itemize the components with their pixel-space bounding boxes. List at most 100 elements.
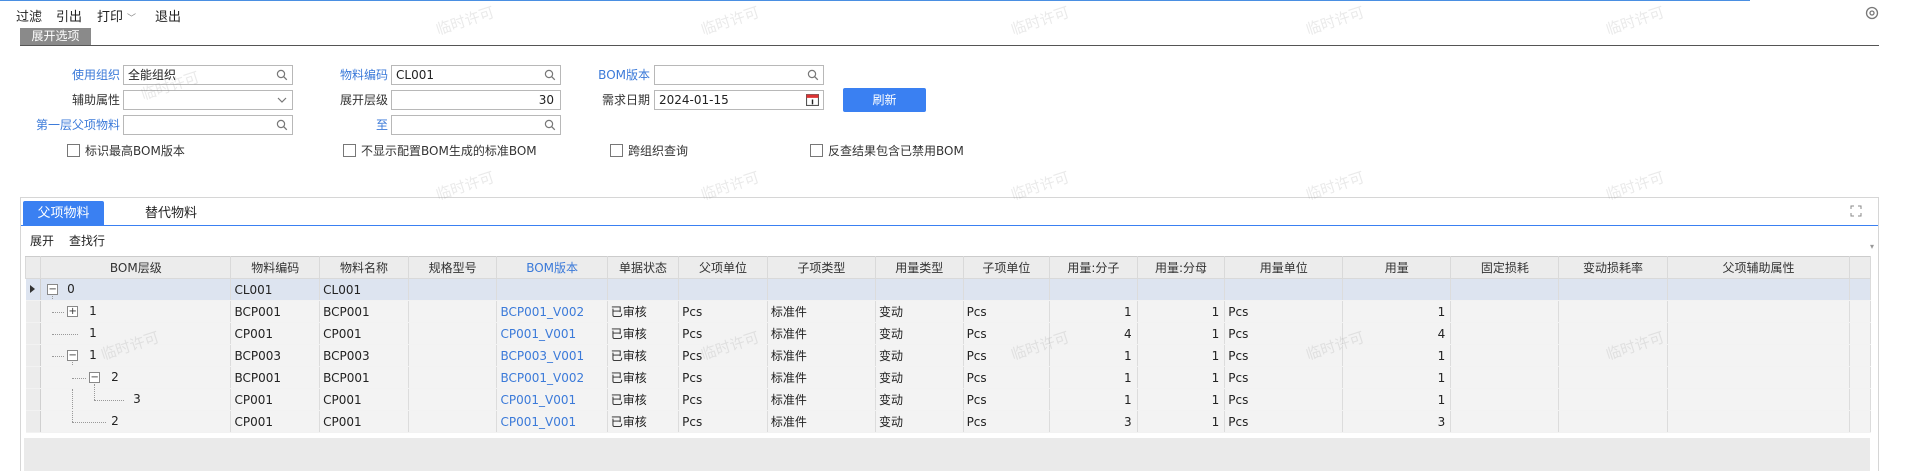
cell-name[interactable]: BCP001 [319,366,409,389]
tab-substitute-material[interactable]: 替代物料 [121,201,221,226]
cell-spec[interactable] [408,300,498,323]
tree-cell[interactable]: − 2 [40,366,232,389]
cell-bom[interactable]: BCP001_V002 [496,300,608,323]
tree-cell[interactable]: 3 [40,388,232,411]
cell-spec[interactable] [408,322,498,345]
table-row[interactable]: − 1 BCP003 BCP003 BCP003_V001 已审核 Pcs 标准… [25,344,1871,367]
cell-num[interactable]: 1 [1049,300,1138,323]
cell-var[interactable] [1558,388,1668,411]
cell-cunit[interactable] [963,278,1051,301]
search-icon[interactable] [276,69,288,81]
cell-aux[interactable] [1667,388,1851,411]
cell-num[interactable] [1049,278,1138,301]
cell-qunit[interactable]: Pcs [1224,388,1344,411]
cell-qtype[interactable]: 变动 [875,388,964,411]
cell-num[interactable]: 1 [1049,388,1138,411]
cell-den[interactable] [1137,278,1226,301]
cell-punit[interactable]: Pcs [678,388,768,411]
tree-cell[interactable]: − 0 [40,278,232,301]
col-header[interactable]: BOM层级 [40,256,232,279]
cell-cunit[interactable]: Pcs [963,322,1051,345]
cell-cunit[interactable]: Pcs [963,366,1051,389]
cell-code[interactable]: BCP003 [230,344,321,367]
cell-aux[interactable] [1667,410,1851,433]
cell-aux[interactable] [1667,300,1851,323]
cell-cunit[interactable]: Pcs [963,410,1051,433]
col-header[interactable]: 用量类型 [874,256,964,279]
date-field[interactable]: 2024-01-15 [654,90,824,110]
col-header[interactable]: 物料名称 [319,256,409,279]
to-field[interactable] [391,115,561,135]
level-field[interactable]: 30 [391,90,561,110]
cell-spec[interactable] [408,366,498,389]
cell-status[interactable]: 已审核 [607,322,680,345]
cell-qunit[interactable]: Pcs [1224,366,1344,389]
cell-name[interactable]: BCP003 [319,344,409,367]
col-header[interactable]: 用量 [1342,256,1452,279]
collapse-icon[interactable]: − [47,284,59,295]
cell-den[interactable]: 1 [1137,300,1226,323]
cell-code[interactable]: CP001 [230,388,321,411]
cell-status[interactable]: 已审核 [607,410,680,433]
cell-code[interactable]: CP001 [230,410,321,433]
col-header[interactable]: 单据状态 [606,256,680,279]
cell-qty[interactable]: 1 [1342,366,1452,389]
cell-num[interactable]: 3 [1049,410,1138,433]
cell-name[interactable]: CP001 [319,388,409,411]
col-header[interactable]: 固定损耗 [1450,256,1560,279]
col-header[interactable]: 父项辅助属性 [1666,256,1851,279]
cell-ctype[interactable]: 标准件 [767,388,876,411]
aux-field[interactable] [123,90,293,110]
cell-fixed[interactable] [1450,366,1560,389]
search-icon[interactable] [276,119,288,131]
org-field[interactable]: 全能组织 [123,65,293,85]
col-header[interactable]: 子项类型 [766,256,876,279]
cell-bom[interactable]: CP001_V001 [496,388,608,411]
tab-expand-options[interactable]: 展开选项 [20,28,91,45]
row-indicator[interactable] [25,388,42,411]
cell-name[interactable]: BCP001 [319,300,409,323]
cell-bom[interactable]: BCP003_V001 [496,344,608,367]
cell-spec[interactable] [408,278,498,301]
cell-aux[interactable] [1667,278,1851,301]
cell-spec[interactable] [408,388,498,411]
search-icon[interactable] [544,69,556,81]
cell-name[interactable]: CL001 [319,278,409,301]
expand-button[interactable]: 展开 [30,232,54,249]
checkbox-box[interactable] [810,144,823,157]
cell-aux[interactable] [1667,344,1851,367]
col-header[interactable]: 变动损耗率 [1558,256,1668,279]
cell-var[interactable] [1558,300,1668,323]
cell-aux[interactable] [1667,322,1851,345]
chevron-down-icon[interactable] [276,94,288,106]
table-row[interactable]: 1 CP001 CP001 CP001_V001 已审核 Pcs 标准件 变动 … [25,322,1871,345]
cell-ctype[interactable] [767,278,876,301]
cell-status[interactable]: 已审核 [607,300,680,323]
cell-qtype[interactable]: 变动 [875,344,964,367]
checkbox-box[interactable] [610,144,623,157]
cell-bom[interactable]: CP001_V001 [496,410,608,433]
cell-cunit[interactable]: Pcs [963,344,1051,367]
cell-fixed[interactable] [1450,410,1560,433]
cell-num[interactable]: 1 [1049,344,1138,367]
row-indicator[interactable] [25,410,42,433]
cell-num[interactable]: 4 [1049,322,1138,345]
refresh-button[interactable]: 刷新 [843,88,926,112]
cell-status[interactable] [607,278,680,301]
col-header[interactable]: 父项单位 [678,256,768,279]
cell-fixed[interactable] [1450,300,1560,323]
col-header[interactable]: BOM版本 [496,256,608,279]
row-indicator[interactable] [25,300,42,323]
cell-bom[interactable]: BCP001_V002 [496,366,608,389]
cell-qty[interactable]: 4 [1342,322,1452,345]
cell-var[interactable] [1558,278,1668,301]
col-header[interactable]: 用量单位 [1224,256,1344,279]
expand-icon[interactable]: + [67,306,79,317]
tree-cell[interactable]: 1 [40,322,232,345]
table-row[interactable]: 3 CP001 CP001 CP001_V001 已审核 Pcs 标准件 变动 … [25,388,1871,411]
cell-den[interactable]: 1 [1137,366,1226,389]
cell-qtype[interactable]: 变动 [875,366,964,389]
menu-import[interactable]: 引出 [56,6,82,25]
cell-status[interactable]: 已审核 [607,344,680,367]
cell-code[interactable]: CP001 [230,322,321,345]
